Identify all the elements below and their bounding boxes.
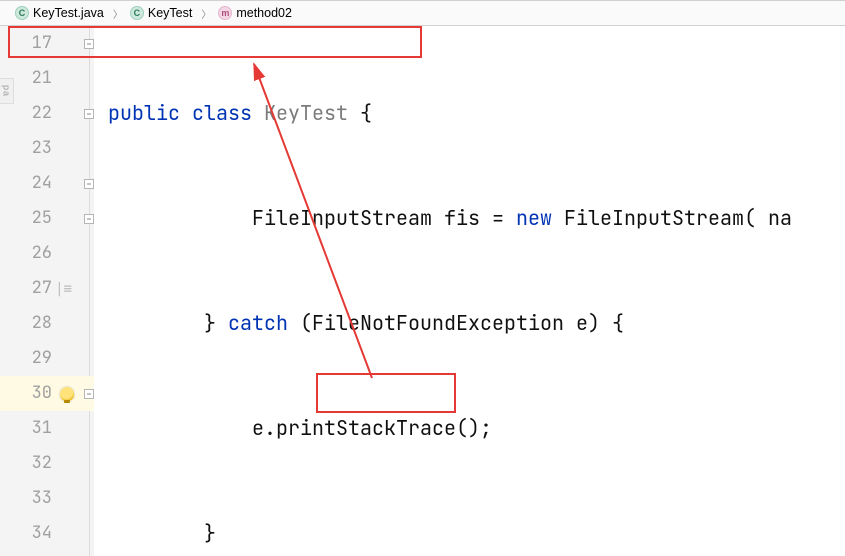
fold-toggle-icon[interactable] xyxy=(84,389,94,399)
code-area[interactable]: public class KeyTest { FileInputStream f… xyxy=(94,26,845,556)
line-number[interactable]: 31 xyxy=(0,411,94,446)
line-number[interactable]: 24 xyxy=(0,166,94,201)
line-number[interactable]: 33 xyxy=(0,481,94,516)
breadcrumb-method[interactable]: m method02 xyxy=(213,3,299,23)
code-line[interactable]: e.printStackTrace(); xyxy=(94,411,845,446)
doc-comment-icon: |≡ xyxy=(55,282,72,296)
code-line[interactable]: FileInputStream fis = new FileInputStrea… xyxy=(94,201,845,236)
line-number[interactable]: 25 xyxy=(0,201,94,236)
code-line[interactable]: public class KeyTest { xyxy=(94,96,845,131)
gutter: 17 21 22 23 24 25 26 |≡27 28 29 30 31 32… xyxy=(0,26,94,556)
side-tab[interactable]: pa xyxy=(0,78,14,104)
line-number[interactable]: 34 xyxy=(0,516,94,551)
line-number[interactable]: 21 xyxy=(0,61,94,96)
line-number[interactable]: |≡27 xyxy=(0,271,94,306)
line-number[interactable]: 30 xyxy=(0,376,94,411)
class-file-icon: C xyxy=(15,6,29,20)
line-number[interactable]: 22 xyxy=(0,96,94,131)
intention-bulb-icon[interactable] xyxy=(60,387,74,401)
line-number[interactable]: 29 xyxy=(0,341,94,376)
line-number[interactable]: 17 xyxy=(0,26,94,61)
fold-toggle-icon[interactable] xyxy=(84,39,94,49)
breadcrumb-class[interactable]: C KeyTest xyxy=(125,3,199,23)
line-number[interactable]: 28 xyxy=(0,306,94,341)
fold-toggle-icon[interactable] xyxy=(84,109,94,119)
line-number[interactable]: 32 xyxy=(0,446,94,481)
breadcrumb-file-label: KeyTest.java xyxy=(33,6,104,20)
method-icon: m xyxy=(218,6,232,20)
line-number[interactable]: 23 xyxy=(0,131,94,166)
fold-toggle-icon[interactable] xyxy=(84,214,94,224)
line-number[interactable]: 26 xyxy=(0,236,94,271)
code-line[interactable]: } xyxy=(94,516,845,551)
chevron-right-icon: 〉 xyxy=(113,6,123,21)
breadcrumb-class-label: KeyTest xyxy=(148,6,192,20)
breadcrumb-file[interactable]: C KeyTest.java xyxy=(10,3,111,23)
fold-toggle-icon[interactable] xyxy=(84,179,94,189)
code-editor[interactable]: 17 21 22 23 24 25 26 |≡27 28 29 30 31 32… xyxy=(0,26,845,556)
code-line[interactable]: } catch (FileNotFoundException e) { xyxy=(94,306,845,341)
chevron-right-icon: 〉 xyxy=(201,6,211,21)
class-icon: C xyxy=(130,6,144,20)
breadcrumb: C KeyTest.java 〉 C KeyTest 〉 m method02 xyxy=(0,0,845,26)
breadcrumb-method-label: method02 xyxy=(236,6,292,20)
